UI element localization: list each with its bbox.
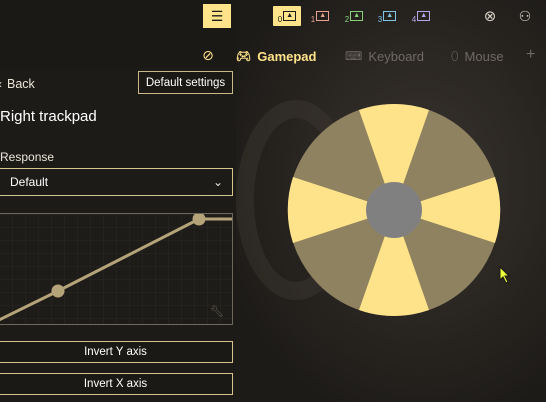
top-bar: ☰ 0 ▲ 1 ▲ 2 ▲ 3 ▲ 4 ▲ ⊗ ⚇ (0, 0, 546, 32)
player-number: 4 (411, 14, 417, 24)
player-number: 3 (377, 14, 383, 24)
controller-box-icon: ▲ (417, 11, 431, 21)
tab-label: Mouse (464, 48, 504, 64)
mouse-cursor-icon (499, 266, 511, 284)
wheel-center[interactable] (366, 182, 422, 238)
default-settings-button[interactable]: Default settings (138, 71, 233, 94)
player-4-button[interactable]: 4 ▲ (407, 6, 435, 26)
tab-gamepad[interactable]: 🎮︎ Gamepad (236, 47, 316, 65)
controller-box-icon: ▲ (283, 11, 297, 21)
player-2-button[interactable]: 2 ▲ (340, 6, 368, 26)
person-settings-icon: ⚇ (518, 7, 532, 24)
chevron-down-icon: ⌄ (212, 175, 223, 189)
player-number: 2 (344, 14, 350, 24)
response-label: Response (0, 150, 55, 164)
tab-label: Keyboard (368, 48, 424, 64)
player-number: 1 (310, 14, 316, 24)
profile-settings-button[interactable]: ⚇ (514, 4, 536, 28)
list-icon: ☰ (210, 7, 224, 24)
xbox-icon: ⊗ (483, 8, 497, 25)
mouse-icon: ⬯ (451, 48, 459, 63)
back-label: Back (7, 77, 35, 91)
invert-x-axis-button[interactable]: Invert X axis (0, 373, 233, 395)
page-title: Right trackpad (0, 108, 97, 125)
chevron-left-icon: ‹ (0, 77, 2, 91)
controller-box-icon: ▲ (316, 11, 330, 21)
response-dropdown[interactable]: Default ⌄ (0, 168, 233, 196)
curve-handle-low[interactable] (51, 284, 65, 298)
invert-y-axis-button[interactable]: Invert Y axis (0, 341, 233, 363)
controller-box-icon: ▲ (383, 11, 397, 21)
tab-mouse[interactable]: ⬯ Mouse (451, 47, 504, 65)
wrench-icon[interactable]: 🔧︎ (210, 305, 224, 318)
response-curve-editor[interactable]: 🔧︎ (0, 213, 233, 325)
list-view-button[interactable]: ☰ (203, 4, 231, 28)
player-0-button[interactable]: 0 ▲ (273, 6, 301, 26)
plus-icon[interactable]: + (526, 46, 535, 64)
keyboard-icon: ⌨ (345, 49, 363, 63)
controller-box-icon: ▲ (350, 11, 364, 21)
xbox-button[interactable]: ⊗ (480, 4, 500, 28)
trackpad-wheel[interactable] (287, 104, 501, 316)
response-curve (0, 214, 232, 324)
gamepad-icon: 🎮︎ (236, 49, 252, 63)
back-button[interactable]: ‹ Back (0, 77, 35, 91)
tab-keyboard[interactable]: ⌨ Keyboard (345, 47, 424, 65)
player-number: 0 (277, 14, 283, 24)
player-1-button[interactable]: 1 ▲ (306, 6, 334, 26)
eye-slash-icon[interactable]: ⊘ (198, 47, 218, 63)
response-value: Default (10, 175, 49, 189)
tab-label: Gamepad (257, 48, 317, 64)
device-tabs: ⊘ 🎮︎ Gamepad ⌨ Keyboard ⬯ Mouse + (0, 44, 546, 70)
settings-panel: ‹ Back Default settings Right trackpad R… (0, 68, 236, 402)
player-3-button[interactable]: 3 ▲ (373, 6, 401, 26)
